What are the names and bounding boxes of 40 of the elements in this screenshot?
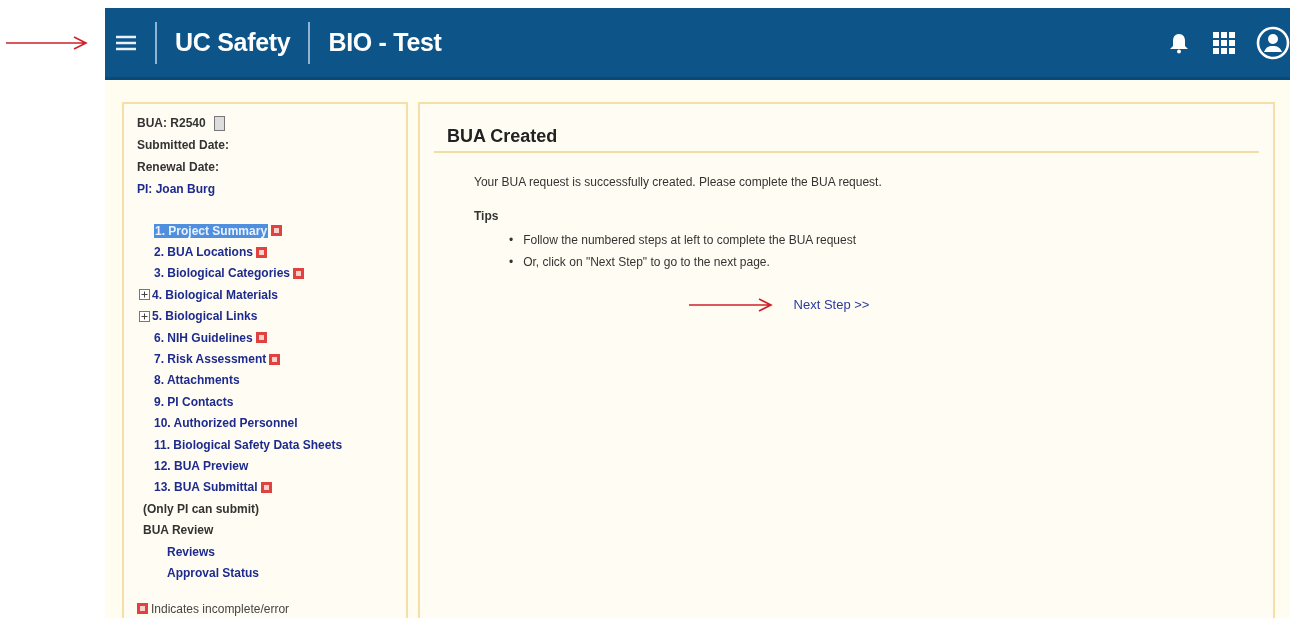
step-link[interactable]: 6. NIH Guidelines (154, 330, 253, 345)
step-link[interactable]: 2. BUA Locations (154, 245, 253, 260)
step-link[interactable]: 5. Biological Links (152, 309, 258, 324)
incomplete-icon (137, 603, 148, 615)
page-title: BUA Created (446, 126, 559, 148)
app-title: UC Safety (175, 28, 291, 57)
step-link[interactable]: 12. BUA Preview (154, 459, 249, 473)
step-link[interactable]: 13. BUA Submittal (154, 480, 258, 495)
submit-note: (Only PI can submit) (143, 501, 259, 516)
expand-icon[interactable] (139, 289, 150, 301)
date-label: Submitted Date: (137, 138, 229, 152)
step-link[interactable]: 7. Risk Assessment (154, 352, 267, 367)
step-link[interactable]: 10. Authorized Personnel (154, 416, 298, 431)
pi-link[interactable]: PI: Joan Burg (137, 182, 215, 196)
bullet: • (509, 254, 514, 271)
module-title: BIO - Test (328, 28, 442, 57)
expand-icon[interactable] (139, 310, 150, 322)
apps-grid-icon[interactable] (1212, 30, 1236, 55)
copy-icon[interactable] (213, 115, 225, 131)
step-link[interactable]: 9. PI Contacts (154, 394, 234, 409)
bua-number: BUA: R2540 (137, 116, 206, 130)
bell-icon[interactable] (1168, 31, 1190, 54)
bullet: • (509, 232, 514, 249)
step-link[interactable]: 8. Attachments (154, 373, 240, 388)
tip-text: Follow the numbered steps at left to complete the BUA request (523, 232, 857, 249)
menu-icon (115, 33, 137, 52)
review-link[interactable]: Reviews (167, 544, 216, 559)
legend-text: Indicates incomplete/error (151, 601, 290, 616)
tips-heading: Tips (474, 209, 500, 223)
tip-text: Or, click on "Next Step" to go to the next page. (523, 254, 770, 271)
review-link[interactable]: Approval Status (167, 565, 259, 580)
step-link[interactable]: 11. Biological Safety Data Sheets (154, 437, 343, 452)
user-avatar-icon[interactable] (1256, 25, 1290, 60)
step-link[interactable]: 3. Biological Categories (154, 266, 291, 281)
section-heading: BUA Review (143, 523, 214, 538)
step-link[interactable]: 4. Biological Materials (152, 287, 279, 302)
next-step-link[interactable]: Next Step >> (793, 297, 870, 312)
menu-button[interactable] (115, 33, 137, 52)
success-message: Your BUA request is successfully created. Please complete the BUA request. (474, 175, 883, 189)
date-label: Renewal Date: (137, 160, 220, 174)
